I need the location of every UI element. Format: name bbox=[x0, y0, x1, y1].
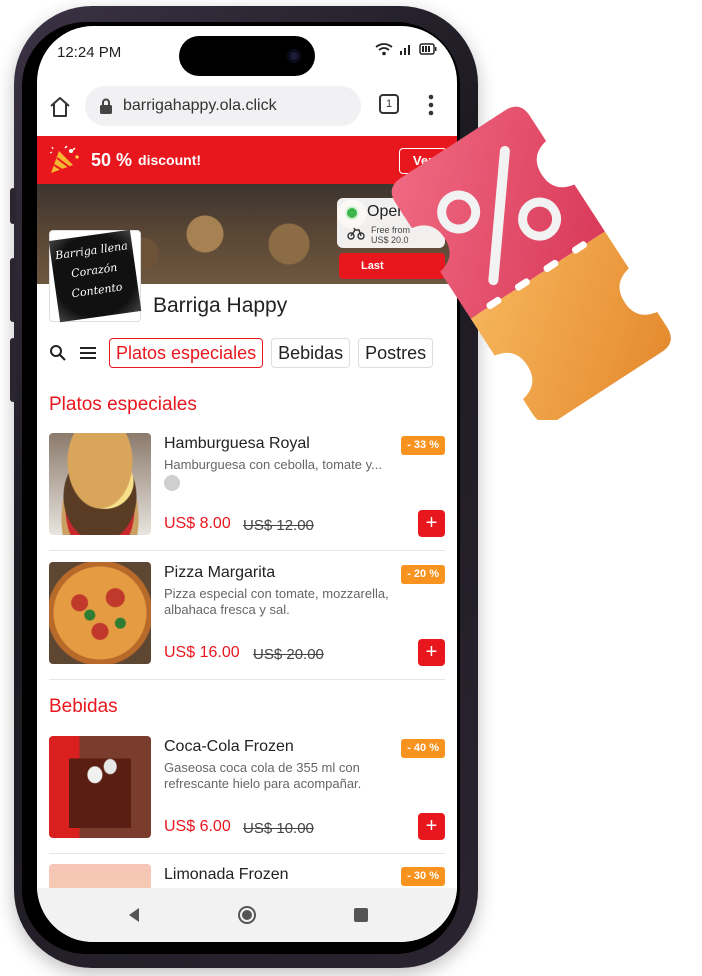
promo-discount-text: discount! bbox=[138, 152, 202, 168]
url-text: barrigahappy.ola.click bbox=[123, 97, 277, 114]
signal-icon bbox=[400, 45, 410, 55]
hamburger-menu-icon[interactable] bbox=[79, 344, 97, 362]
product-old-price: US$ 12.00 bbox=[243, 517, 314, 534]
section-title: Platos especiales bbox=[49, 394, 197, 415]
product-price: US$ 6.00 bbox=[164, 818, 231, 835]
product-card[interactable]: Pizza Margarita Pizza especial con tomat… bbox=[49, 562, 445, 680]
back-icon[interactable] bbox=[127, 907, 141, 923]
phone-side-button bbox=[10, 188, 16, 224]
wifi-icon bbox=[375, 43, 393, 56]
discount-badge: - 40 % bbox=[401, 739, 445, 758]
dietary-icon bbox=[164, 475, 180, 491]
promo-percent: 50 % bbox=[91, 149, 133, 170]
restaurant-name: Barriga Happy bbox=[153, 294, 288, 317]
recents-icon[interactable] bbox=[353, 907, 369, 923]
product-price: US$ 8.00 bbox=[164, 515, 231, 532]
section-title: Bebidas bbox=[49, 696, 118, 717]
battery-icon bbox=[419, 43, 437, 55]
product-description: Pizza especial con tomate, mozzarella, a… bbox=[164, 586, 389, 617]
status-time: 12:24 PM bbox=[57, 44, 122, 61]
lock-icon bbox=[100, 98, 112, 114]
product-image bbox=[49, 736, 151, 838]
product-card[interactable]: Hamburguesa Royal Hamburguesa con ceboll… bbox=[49, 433, 445, 551]
product-description: Gaseosa coca cola de 355 ml con refresca… bbox=[164, 760, 362, 791]
product-name: Coca-Cola Frozen bbox=[164, 738, 294, 755]
add-to-cart-button[interactable]: + bbox=[418, 510, 445, 537]
product-description: Hamburguesa con cebolla, tomate y... bbox=[164, 457, 382, 472]
camera-icon bbox=[287, 49, 301, 63]
product-name: Pizza Margarita bbox=[164, 564, 276, 581]
phone-side-button bbox=[10, 258, 16, 322]
product-image bbox=[49, 433, 151, 535]
home-icon[interactable] bbox=[47, 94, 73, 120]
store-logo: Barriga llena Corazón Contento bbox=[48, 229, 142, 323]
discount-coupon-icon bbox=[391, 106, 671, 420]
delivery-bike-icon bbox=[347, 227, 365, 240]
product-name: Limonada Frozen bbox=[164, 866, 289, 883]
product-name: Hamburguesa Royal bbox=[164, 435, 310, 452]
discount-badge: - 33 % bbox=[401, 436, 445, 455]
product-old-price: US$ 20.00 bbox=[253, 646, 324, 663]
status-bar: 12:24 PM bbox=[37, 26, 457, 82]
home-circle-icon[interactable] bbox=[237, 905, 257, 925]
open-status-dot bbox=[345, 206, 359, 220]
product-card[interactable]: Coca-Cola Frozen Gaseosa coca cola de 35… bbox=[49, 736, 445, 854]
tab-platos-especiales[interactable]: Platos especiales bbox=[109, 338, 264, 368]
search-icon[interactable] bbox=[49, 344, 67, 362]
logo-artwork: Barriga llena Corazón Contento bbox=[48, 229, 142, 323]
status-icons bbox=[375, 42, 437, 56]
add-to-cart-button[interactable]: + bbox=[418, 639, 445, 666]
product-image bbox=[49, 562, 151, 664]
product-old-price: US$ 10.00 bbox=[243, 820, 314, 837]
discount-badge: - 30 % bbox=[401, 867, 445, 886]
dynamic-island bbox=[179, 36, 315, 76]
party-popper-icon bbox=[49, 145, 79, 173]
discount-badge: - 20 % bbox=[401, 565, 445, 584]
product-price: US$ 16.00 bbox=[164, 644, 240, 661]
add-to-cart-button[interactable]: + bbox=[418, 813, 445, 840]
tab-bebidas[interactable]: Bebidas bbox=[271, 338, 351, 368]
phone-side-button bbox=[10, 338, 16, 402]
address-bar[interactable]: barrigahappy.ola.click bbox=[85, 86, 361, 126]
system-nav-bar bbox=[37, 888, 457, 942]
